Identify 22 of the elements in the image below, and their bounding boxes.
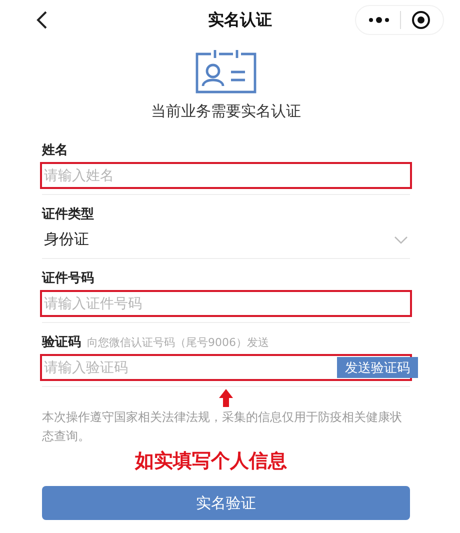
annotation-arrow [219, 389, 233, 407]
field-label: 验证码 [42, 334, 81, 351]
submit-button[interactable]: 实名验证 [42, 486, 410, 520]
page-title: 实名认证 [208, 10, 272, 30]
input-field[interactable]: 请输入姓名 [40, 162, 412, 189]
subtitle: 当前业务需要实名认证 [151, 102, 301, 121]
id-card-icon [193, 48, 259, 94]
send-code-button[interactable]: 发送验证码 [337, 357, 418, 378]
field-label: 姓名 [42, 142, 68, 159]
text-input[interactable]: 请输入证件号码 [44, 296, 408, 312]
annotation-text: 如实填写个人信息 [135, 449, 287, 474]
select-value[interactable]: 身份证 [44, 230, 394, 249]
text-input[interactable]: 请输入姓名 [44, 168, 408, 184]
back-icon[interactable] [36, 11, 48, 29]
notice-text: 本次操作遵守国家相关法律法规，采集的信息仅用于防疫相关健康状态查询。 [42, 409, 403, 445]
input-field[interactable]: 请输入证件号码 [40, 290, 412, 317]
input-field[interactable]: 请输入验证码 [44, 360, 337, 376]
close-icon[interactable] [411, 10, 431, 30]
field-hint: 向您微信认证号码（尾号9006）发送 [87, 335, 269, 350]
more-icon[interactable] [368, 16, 390, 24]
field-label: 证件号码 [42, 270, 94, 287]
field-label: 证件类型 [42, 206, 94, 223]
